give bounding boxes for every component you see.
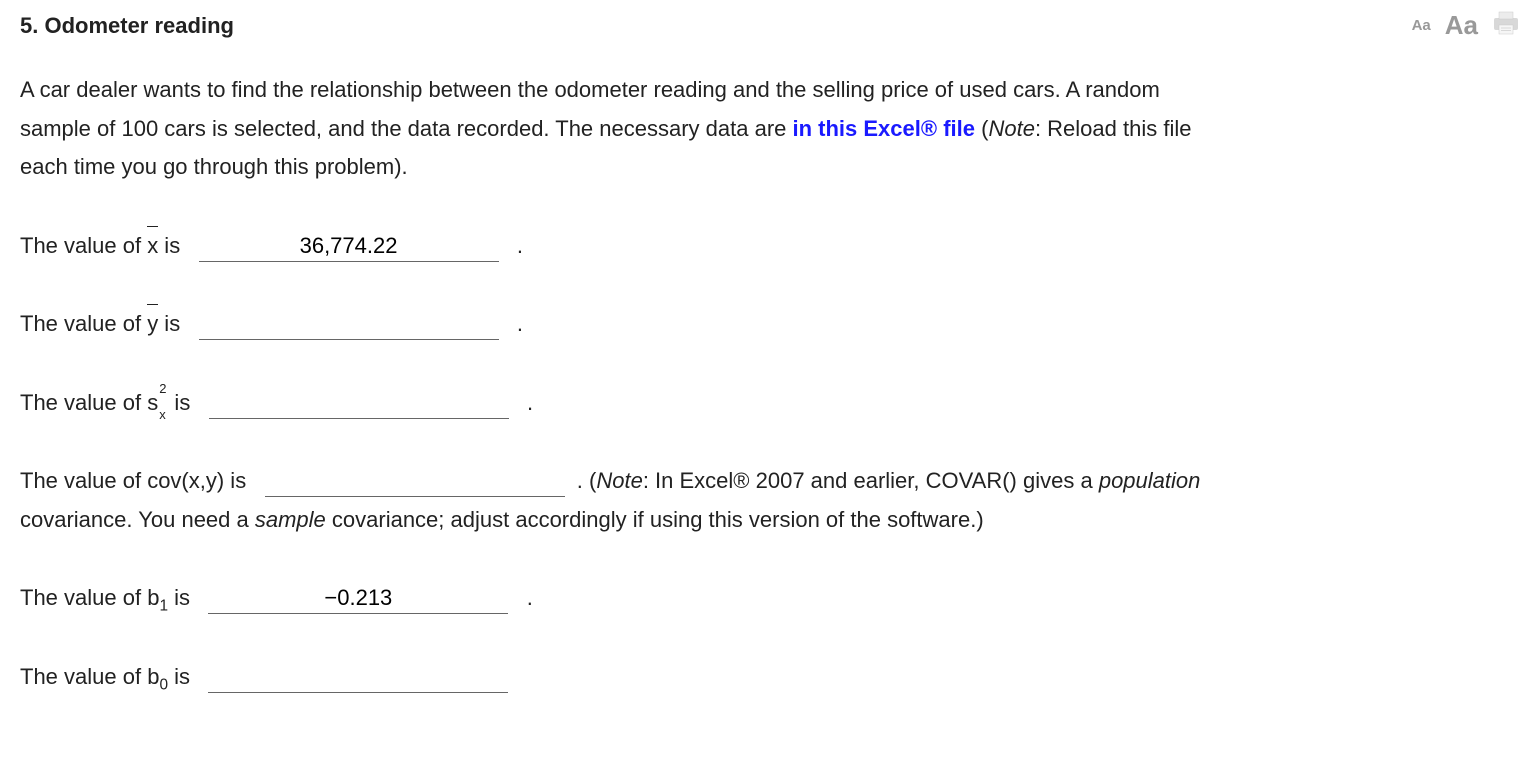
sx2-prefix: The value of [20,390,147,415]
cov-note-word: Note [596,468,642,493]
cov-note-2: covariance. You need a [20,507,255,532]
sx2-period: . [527,390,533,415]
sx2-symbol: s2x [147,384,162,423]
excel-file-link[interactable]: in this Excel® file [793,116,976,141]
xbar-prefix: The value of [20,233,147,258]
b1-suffix: is [168,585,190,610]
font-size-large-button[interactable]: Aa [1445,10,1478,41]
b1-input[interactable] [208,585,508,614]
b1-prefix: The value of b [20,585,159,610]
toolbar: Aa Aa [1412,10,1520,41]
question-b0: The value of b0 is [20,658,1520,697]
question-page: 5. Odometer reading Aa Aa A car dealer w… [0,0,1540,736]
question-sx2: The value of s2x is . [20,384,1520,423]
ybar-period: . [517,311,523,336]
question-ybar: The value of y is . [20,305,1520,344]
question-cov: The value of cov(x,y) is . (Note: In Exc… [20,462,1220,539]
xbar-input[interactable] [199,233,499,262]
ybar-input[interactable] [199,311,499,340]
cov-note-italic-1: population [1099,468,1201,493]
question-b1: The value of b1 is . [20,579,1520,618]
cov-period: . [577,468,589,493]
b0-prefix: The value of b [20,664,159,689]
cov-prefix: The value of cov(x,y) is [20,468,246,493]
header-row: 5. Odometer reading Aa Aa [20,10,1520,41]
xbar-suffix: is [158,233,180,258]
print-icon[interactable] [1492,10,1520,41]
ybar-prefix: The value of [20,311,147,336]
intro-post-1: ( [975,116,988,141]
question-xbar: The value of x is . [20,227,1520,266]
b1-period: . [527,585,533,610]
xbar-symbol: x [147,227,158,266]
cov-input[interactable] [265,468,565,497]
intro-note-word: Note [988,116,1034,141]
b0-input[interactable] [208,664,508,693]
b0-suffix: is [168,664,190,689]
sx2-input[interactable] [209,390,509,419]
cov-note-italic-2: sample [255,507,326,532]
ybar-suffix: is [158,311,180,336]
question-title: 5. Odometer reading [20,13,234,39]
b1-sub: 1 [159,597,168,614]
intro-paragraph: A car dealer wants to find the relations… [20,71,1220,187]
cov-note-3: covariance; adjust accordingly if using … [326,507,984,532]
xbar-period: . [517,233,523,258]
b0-sub: 0 [159,676,168,693]
font-size-small-button[interactable]: Aa [1412,17,1431,34]
sx2-suffix: is [168,390,190,415]
cov-note-1: : In Excel® 2007 and earlier, COVAR() gi… [643,468,1099,493]
ybar-symbol: y [147,305,158,344]
